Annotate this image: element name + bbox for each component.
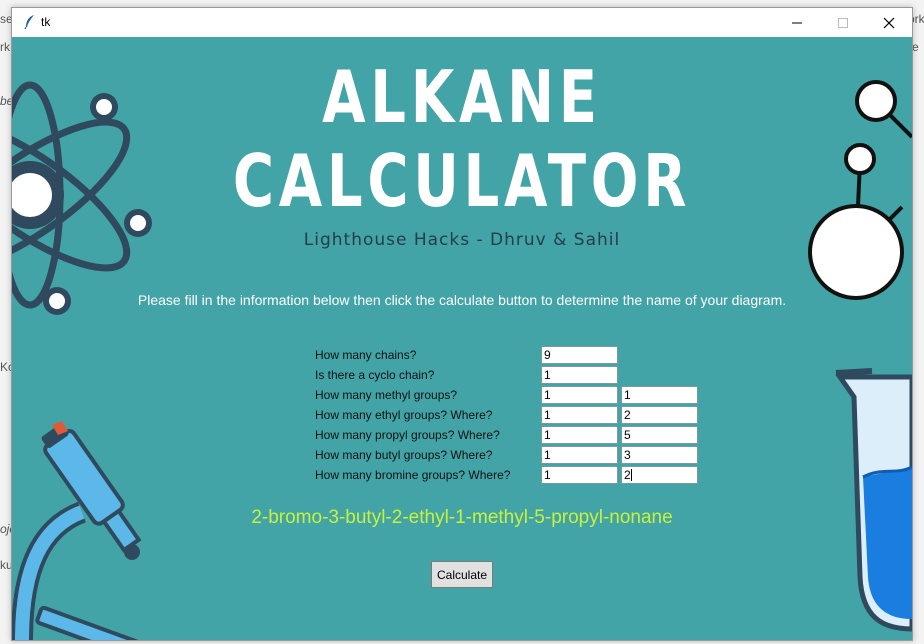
butyl-position-input[interactable]: 3 bbox=[621, 446, 698, 464]
ethyl-count-input[interactable]: 1 bbox=[541, 406, 618, 424]
background-text-fragment: rk bbox=[0, 40, 10, 54]
propyl-label: How many propyl groups? Where? bbox=[315, 428, 500, 442]
methyl-position-input[interactable]: 1 bbox=[621, 386, 698, 404]
ethyl-position-input[interactable]: 2 bbox=[621, 406, 698, 424]
propyl-position-input[interactable]: 5 bbox=[621, 426, 698, 444]
title-bar[interactable]: tk bbox=[12, 8, 912, 37]
bromine-position-input[interactable]: 2 bbox=[621, 466, 698, 484]
minimize-icon bbox=[792, 22, 802, 23]
app-subtitle: Lighthouse Hacks - Dhruv & Sahil bbox=[303, 230, 621, 250]
bromine-label: How many bromine groups? Where? bbox=[315, 468, 511, 482]
app-title-line2: CALCULATOR bbox=[232, 139, 692, 223]
methyl-label: How many methyl groups? bbox=[315, 388, 458, 402]
butyl-label: How many butyl groups? Where? bbox=[315, 448, 493, 462]
feather-icon bbox=[24, 15, 34, 30]
close-button[interactable] bbox=[866, 8, 912, 37]
app-canvas: ALKANE CALCULATOR Lighthouse Hacks - Dhr… bbox=[12, 37, 912, 640]
cyclo-input[interactable]: 1 bbox=[541, 366, 618, 384]
tk-window: tk ALKANE CALCULATOR Lighthouse Hacks - … bbox=[11, 7, 913, 641]
window-title: tk bbox=[41, 15, 51, 29]
result-name: 2-bromo-3-butyl-2-ethyl-1-methyl-5-propy… bbox=[251, 507, 673, 528]
butyl-count-input[interactable]: 1 bbox=[541, 446, 618, 464]
instructions-text: Please fill in the information below the… bbox=[137, 292, 787, 308]
calculate-button[interactable]: Calculate bbox=[431, 561, 493, 588]
close-icon bbox=[883, 17, 895, 28]
methyl-count-input[interactable]: 1 bbox=[541, 386, 618, 404]
text-cursor bbox=[631, 469, 632, 481]
background-text-fragment: e bbox=[912, 40, 919, 54]
cyclo-label: Is there a cyclo chain? bbox=[315, 368, 435, 382]
maximize-button[interactable] bbox=[820, 8, 866, 37]
flask-icon bbox=[835, 368, 912, 632]
minimize-button[interactable] bbox=[774, 8, 820, 37]
maximize-icon bbox=[838, 17, 848, 28]
ethyl-label: How many ethyl groups? Where? bbox=[315, 408, 493, 422]
chains-label: How many chains? bbox=[315, 348, 417, 362]
chains-input[interactable]: 9 bbox=[541, 346, 618, 364]
app-title-line1: ALKANE bbox=[322, 55, 602, 139]
propyl-count-input[interactable]: 1 bbox=[541, 426, 618, 444]
bromine-count-input[interactable]: 1 bbox=[541, 466, 618, 484]
